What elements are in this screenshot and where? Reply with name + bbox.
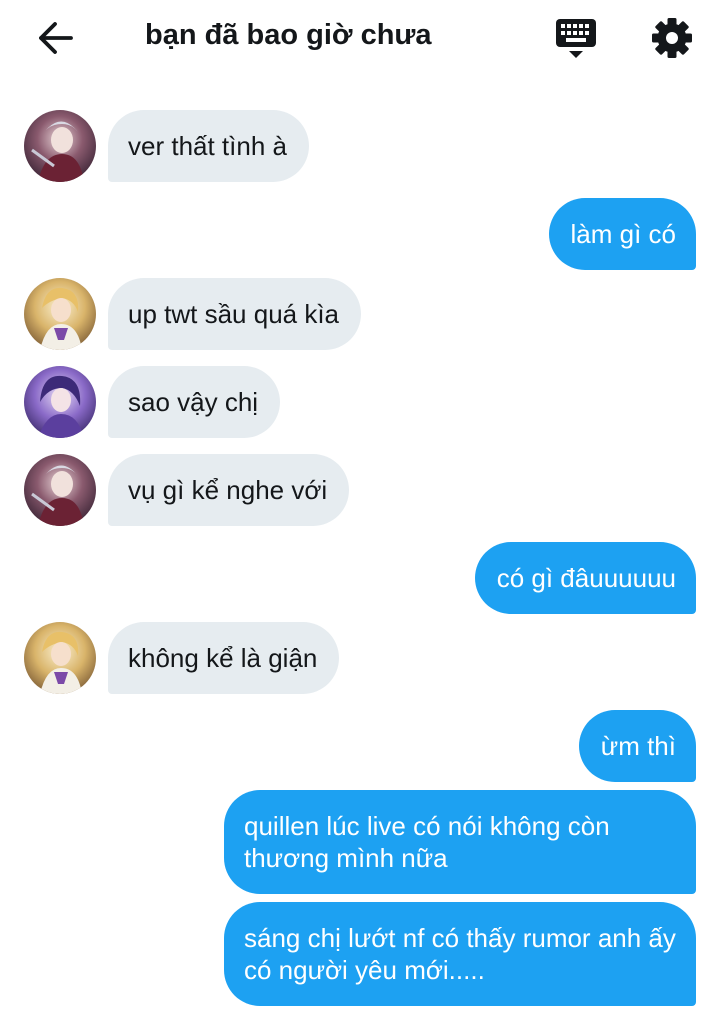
message-bubble-incoming[interactable]: up twt sầu quá kìa bbox=[108, 278, 362, 350]
avatar-image bbox=[24, 110, 96, 182]
avatar[interactable] bbox=[24, 454, 96, 526]
message-bubble-incoming[interactable]: ver thất tình à bbox=[108, 110, 309, 182]
conversation-title: bạn đã bao giờ chưa bbox=[145, 19, 432, 51]
avatar[interactable] bbox=[24, 278, 96, 350]
avatar[interactable] bbox=[24, 366, 96, 438]
avatar-image bbox=[24, 454, 96, 526]
keyboard-icon bbox=[556, 19, 596, 58]
gear-icon bbox=[652, 18, 692, 58]
message-bubble-outgoing[interactable]: ừm thì bbox=[578, 710, 696, 782]
message-bubble-outgoing[interactable]: quillen lúc live có nói không còn thương… bbox=[224, 790, 696, 894]
arrow-left-icon bbox=[39, 22, 73, 54]
back-button[interactable] bbox=[30, 14, 82, 62]
avatar-image bbox=[24, 622, 96, 694]
keyboard-button[interactable] bbox=[550, 14, 602, 64]
avatar-image bbox=[24, 278, 96, 350]
message-bubble-outgoing[interactable]: làm gì có bbox=[548, 198, 696, 270]
message-bubble-incoming[interactable]: không kể là giận bbox=[108, 622, 340, 694]
message-bubble-incoming[interactable]: vụ gì kể nghe với bbox=[108, 454, 350, 526]
avatar[interactable] bbox=[24, 110, 96, 182]
message-bubble-outgoing[interactable]: sáng chị lướt nf có thấy rumor anh ấy có… bbox=[224, 902, 696, 1006]
settings-button[interactable] bbox=[646, 12, 698, 64]
avatar[interactable] bbox=[24, 622, 96, 694]
avatar-image bbox=[24, 366, 96, 438]
message-bubble-incoming[interactable]: sao vậy chị bbox=[108, 366, 281, 438]
message-bubble-outgoing[interactable]: có gì đâuuuuuu bbox=[474, 542, 696, 614]
chat-header: bạn đã bao giờ chưa bbox=[0, 0, 720, 78]
